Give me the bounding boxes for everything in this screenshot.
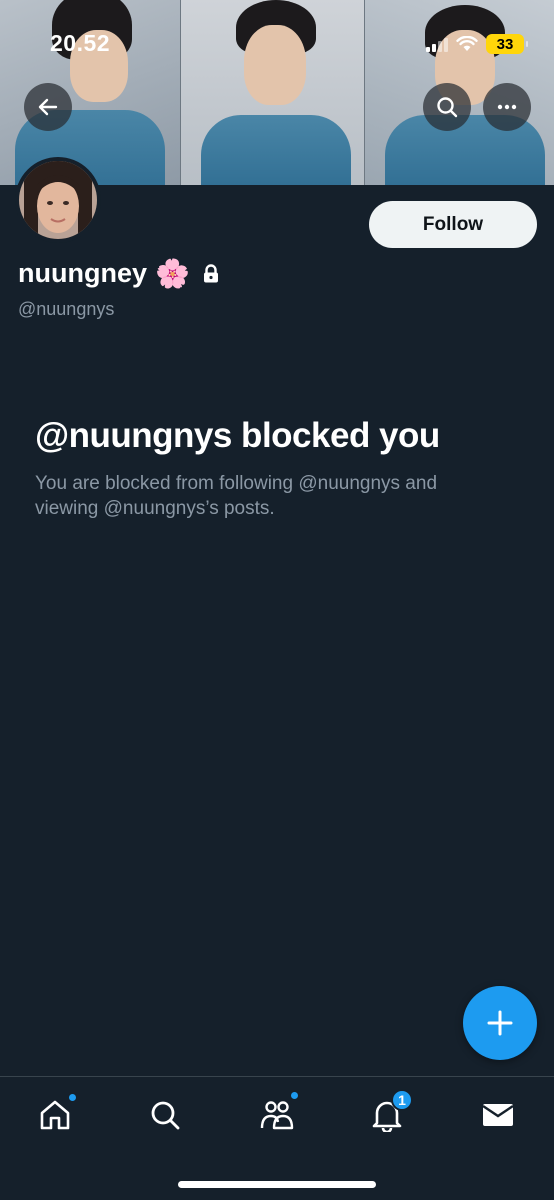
nav-communities[interactable] [257,1091,299,1135]
home-icon [40,1100,70,1130]
cellular-signal-icon [426,36,448,52]
banner-photo-center [180,0,365,185]
blocked-description: You are blocked from following @nuungnys… [35,473,438,519]
more-horizontal-icon [497,104,517,110]
avatar[interactable] [15,157,101,243]
lock-icon [203,263,218,282]
profile-banner[interactable] [0,0,554,185]
profile-handle: @nuungnys [18,299,115,319]
home-indicator[interactable] [178,1181,376,1188]
nav-messages[interactable] [478,1095,518,1135]
nav-home[interactable] [35,1093,77,1135]
mail-icon [482,1104,514,1126]
status-time: 20.52 [50,30,111,56]
search-icon [437,97,458,118]
search-icon [151,1101,180,1130]
plus-icon [487,1010,513,1036]
status-icons: 33 [426,34,528,54]
profile-name-row: nuungney 🌸 [18,258,220,289]
nav-search[interactable] [145,1095,185,1135]
nav-notifications[interactable]: 1 [367,1089,413,1135]
follow-button[interactable]: Follow [369,201,537,248]
search-button[interactable] [423,83,471,131]
home-unread-dot [68,1093,77,1102]
display-name: nuungney [18,258,147,288]
banner-photo-left [0,0,180,185]
arrow-left-icon [38,98,58,116]
communities-unread-dot [290,1091,299,1100]
compose-post-button[interactable] [463,986,537,1060]
communities-icon [260,1101,294,1130]
blocked-title: @nuungnys blocked you [35,416,440,455]
wifi-icon [456,36,478,51]
back-button[interactable] [24,83,72,131]
more-options-button[interactable] [483,83,531,131]
notifications-badge: 1 [391,1089,413,1111]
battery-icon: 33 [486,34,528,54]
cherry-blossom-emoji: 🌸 [155,257,190,289]
avatar-photo [19,161,97,239]
